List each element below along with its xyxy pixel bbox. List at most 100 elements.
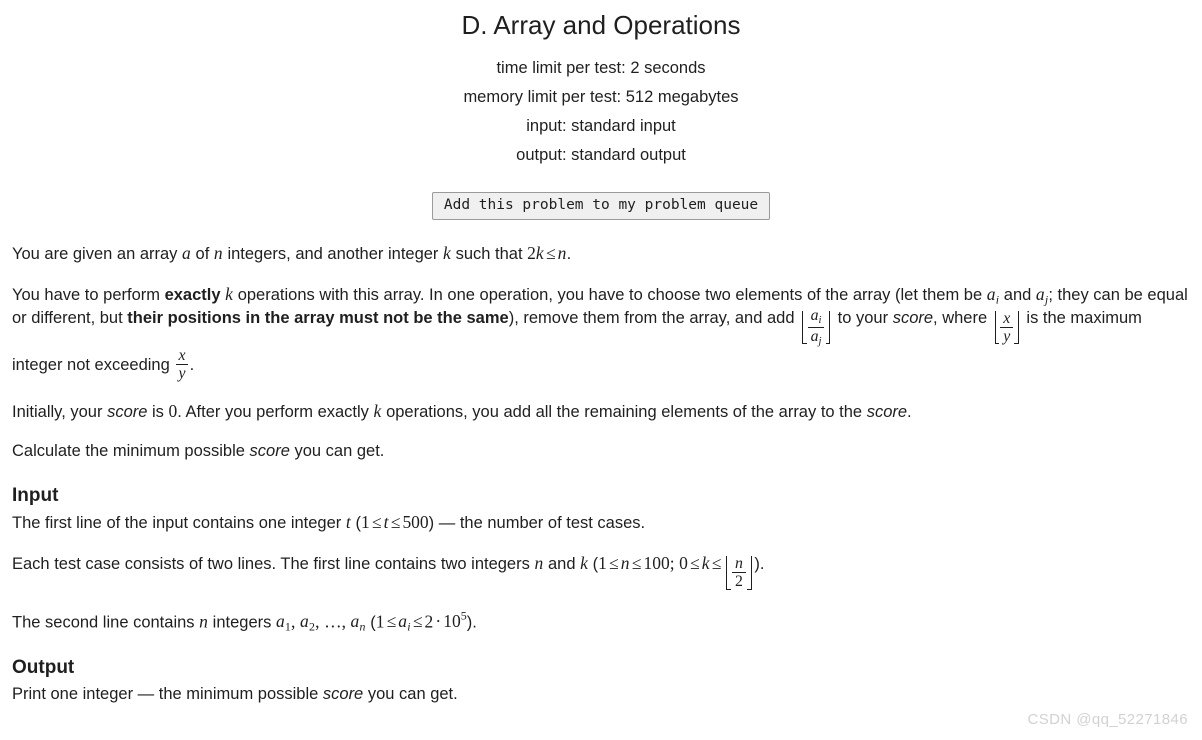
memory-limit-line: memory limit per test: 512 megabytes [463, 87, 739, 106]
text-fragment: Print one integer — the minimum possible [12, 684, 323, 703]
text-fragment: . [566, 245, 572, 264]
text-fragment: of [190, 245, 214, 264]
text-fragment: such that [450, 245, 528, 264]
math-a-n: an [350, 610, 366, 634]
text-fragment: you can get. [289, 442, 385, 461]
math-one: 1 [361, 512, 370, 533]
queue-button-container: Add this problem to my problem queue [0, 191, 1202, 221]
input-paragraph-1: The first line of the input contains one… [12, 511, 1190, 535]
math-t: t [383, 512, 389, 533]
emphasis-exactly: exactly [164, 285, 221, 304]
math-floor-ai-over-aj: ai aj [800, 307, 832, 347]
text-fragment: ( [365, 612, 376, 631]
emphasis-positions: their positions in the array must not be… [127, 308, 509, 327]
math-a-2: a2 [300, 610, 316, 634]
math-two: 2 [527, 243, 536, 264]
section-heading-output: Output [12, 657, 75, 679]
text-fragment: integers, and another integer [222, 245, 444, 264]
math-n: n [199, 610, 209, 631]
text-fragment: to your [833, 308, 893, 327]
math-leq-icon: ≤ [412, 610, 423, 631]
text-fragment: is [147, 402, 169, 421]
statement-paragraph-2: You have to perform exactly k operations… [12, 283, 1190, 383]
math-500: 500 [402, 512, 429, 533]
math-zero: 0 [679, 552, 688, 573]
page-title: D. Array and Operations [461, 10, 741, 40]
input-mode-line: input: standard input [526, 116, 676, 135]
math-a-i: ai [986, 283, 1000, 306]
math-ten: 105 [443, 608, 467, 631]
output-mode-line: output: standard output [516, 145, 686, 164]
text-fragment: The first line of the input contains one… [12, 514, 346, 533]
math-k: k [225, 283, 234, 304]
math-leq-icon: ≤ [386, 610, 397, 631]
math-one: 1 [598, 552, 607, 573]
section-heading-input: Input [12, 485, 59, 507]
math-k: k [535, 243, 544, 264]
math-a-j: aj [1035, 283, 1049, 306]
text-fragment: and [543, 554, 581, 573]
math-n: n [620, 552, 630, 573]
text-fragment: and [999, 285, 1036, 304]
text-fragment: ( [350, 514, 362, 533]
text-fragment: operations with this array. In one opera… [233, 285, 987, 304]
math-leq-icon: ≤ [711, 552, 722, 573]
text-fragment: you can get. [363, 684, 458, 703]
problem-statement: You are given an array a of n integers, … [0, 242, 1202, 705]
text-fragment: ) — the number of test cases. [428, 514, 646, 533]
statement-paragraph-3: Initially, your score is 0. After you pe… [12, 400, 1190, 424]
math-leq-icon: ≤ [690, 552, 700, 573]
math-leq-icon: ≤ [371, 512, 382, 533]
time-limit-line: time limit per test: 2 seconds [496, 58, 706, 77]
statement-paragraph-4: Calculate the minimum possible score you… [12, 440, 1190, 462]
math-zero: 0 [168, 400, 178, 421]
math-k: k [580, 552, 589, 573]
text-fragment: Each test case consists of two lines. Th… [12, 554, 535, 573]
math-two: 2 [424, 610, 434, 631]
term-score: score [249, 442, 290, 461]
text-fragment: ( [588, 554, 599, 573]
text-fragment: The second line contains [12, 612, 200, 631]
output-paragraph-1: Print one integer — the minimum possible… [12, 683, 1190, 705]
math-floor-n-over-2: n2 [724, 555, 753, 590]
math-k: k [701, 552, 710, 573]
text-fragment: . [907, 402, 912, 421]
text-fragment: , where [933, 308, 992, 327]
math-n: n [213, 243, 223, 264]
problem-header: D. Array and Operations time limit per t… [0, 0, 1202, 170]
math-100: 100 [643, 552, 670, 573]
math-leq-icon: ≤ [545, 243, 556, 264]
add-to-problem-queue-button[interactable]: Add this problem to my problem queue [431, 191, 771, 221]
math-n: n [557, 243, 567, 264]
text-fragment: ). [466, 612, 477, 631]
math-cdot-icon: · [435, 610, 442, 631]
text-fragment: You have to perform [12, 285, 165, 304]
term-score: score [322, 684, 364, 703]
term-score: score [107, 402, 148, 421]
term-score: score [892, 308, 934, 327]
text-fragment: You are given an array [12, 245, 183, 264]
math-x-over-y: xy [175, 347, 189, 382]
text-fragment: integers [208, 612, 276, 631]
math-ellipsis: … [324, 610, 342, 631]
math-a-i: ai [398, 610, 411, 634]
math-leq-icon: ≤ [631, 552, 642, 573]
text-fragment: ), remove them from the array, and add [508, 308, 800, 327]
text-fragment: operations, you add all the remaining el… [381, 402, 867, 421]
input-paragraph-2: Each test case consists of two lines. Th… [12, 552, 1190, 591]
math-leq-icon: ≤ [390, 512, 401, 533]
csdn-watermark: CSDN @qq_52271846 [1027, 710, 1188, 728]
text-fragment: Initially, your [12, 402, 108, 421]
math-floor-x-over-y: xy [993, 310, 1021, 345]
input-paragraph-3: The second line contains n integers a1, … [12, 608, 1190, 635]
text-fragment: ). [754, 554, 765, 573]
text-fragment: . [189, 356, 195, 375]
statement-paragraph-1: You are given an array a of n integers, … [12, 242, 1190, 266]
math-a: a [182, 243, 191, 264]
text-fragment: . After you perform exactly [177, 402, 374, 421]
text-fragment: Calculate the minimum possible [12, 442, 250, 461]
term-score: score [866, 402, 908, 421]
math-a-1: a1 [275, 610, 292, 634]
math-leq-icon: ≤ [609, 552, 619, 573]
math-k: k [443, 243, 451, 264]
